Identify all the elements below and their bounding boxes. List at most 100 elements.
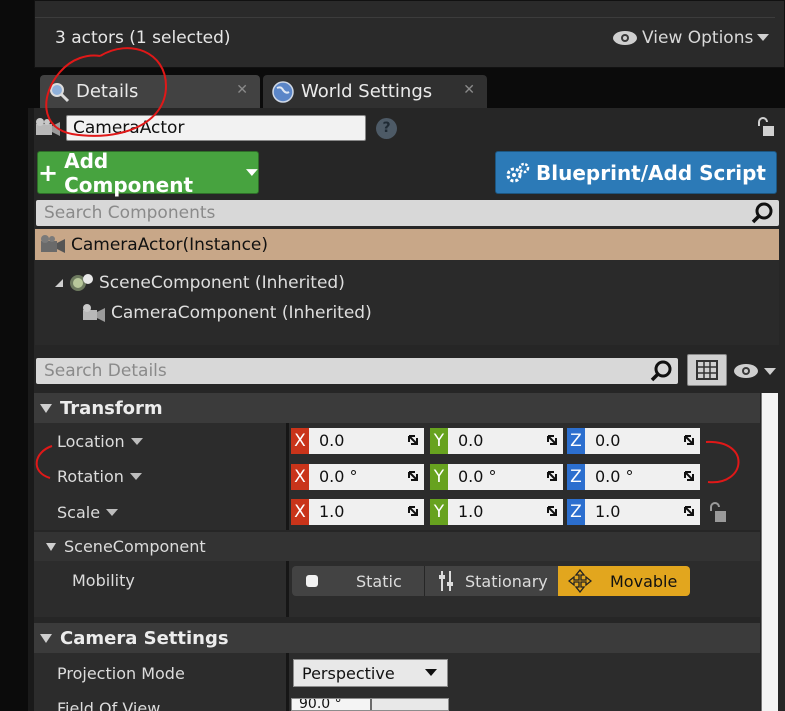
mobility-selector: Static Stationary Movable [292, 566, 690, 596]
gears-icon [506, 162, 530, 182]
actor-count-label: 3 actors (1 selected) [55, 28, 231, 48]
scale-x-field[interactable]: 1.0 [309, 499, 424, 525]
tab-details[interactable]: Details ✕ [40, 75, 260, 108]
column-splitter[interactable] [286, 561, 289, 617]
close-icon[interactable]: ✕ [463, 82, 475, 98]
scene-component-label: SceneComponent (Inherited) [99, 273, 345, 293]
axis-y-label: Y [430, 464, 448, 490]
rotation-label[interactable]: Rotation [57, 467, 142, 486]
field-of-view-label: Field Of View [57, 699, 161, 711]
rotation-y-field[interactable]: 0.0 ° [448, 464, 563, 490]
axis-z-label: Z [567, 464, 585, 490]
resize-arrow-icon [408, 506, 418, 516]
magnifier-icon [50, 82, 70, 102]
collapse-arrow-icon[interactable] [46, 542, 56, 551]
close-icon[interactable]: ✕ [236, 82, 248, 98]
expand-arrow-icon[interactable] [53, 277, 65, 289]
component-instance-row[interactable]: CameraActor(Instance) [35, 229, 779, 260]
chevron-down-icon [425, 669, 437, 676]
resize-arrow-icon [408, 435, 418, 445]
unlock-icon[interactable] [708, 500, 728, 524]
rotation-label-text: Rotation [57, 467, 124, 486]
rotation-z-field[interactable]: 0.0 ° [585, 464, 700, 490]
tree-item-scene-component[interactable]: SceneComponent (Inherited) [53, 272, 345, 294]
axis-y-label: Y [430, 499, 448, 525]
rotation-y-value: 0.0 ° [458, 467, 497, 486]
axis-z-label: Z [567, 499, 585, 525]
location-y-field[interactable]: 0.0 [448, 428, 563, 454]
mobility-stationary-option[interactable]: Stationary [424, 566, 558, 596]
movable-label: Movable [610, 571, 678, 591]
instance-label: CameraActor(Instance) [71, 234, 269, 255]
static-icon [306, 575, 318, 587]
projection-mode-dropdown[interactable]: Perspective [293, 659, 448, 687]
resize-arrow-icon [684, 506, 694, 516]
rotation-x-field[interactable]: 0.0 ° [309, 464, 424, 490]
field-of-view-slider[interactable]: 90.0 ° [291, 698, 449, 711]
rotation-x-value: 0.0 ° [319, 467, 358, 486]
add-component-label: Add Component [64, 148, 194, 197]
help-icon[interactable]: ? [376, 118, 397, 139]
scene-component-subheader[interactable]: SceneComponent [34, 532, 760, 561]
transform-section-header[interactable]: Transform [34, 393, 760, 423]
transform-title: Transform [60, 397, 163, 419]
collapse-arrow-icon[interactable] [40, 403, 52, 413]
camera-actor-icon [36, 118, 60, 136]
mobility-label: Mobility [72, 571, 135, 590]
plus-icon: + [38, 158, 59, 187]
static-label: Static [356, 571, 402, 591]
add-component-button[interactable]: + Add Component [37, 148, 259, 197]
scale-y-field[interactable]: 1.0 [448, 499, 563, 525]
axis-x-label: X [291, 428, 309, 454]
view-options-button[interactable]: View Options [612, 28, 770, 48]
location-x-value: 0.0 [319, 431, 345, 450]
resize-arrow-icon [684, 471, 694, 481]
location-label-text: Location [57, 432, 125, 451]
location-x-field[interactable]: 0.0 [309, 428, 424, 454]
scene-component-subheader-label: SceneComponent [64, 537, 206, 556]
scale-label[interactable]: Scale [57, 503, 119, 522]
scene-component-icon [70, 274, 93, 291]
axis-x-label: X [291, 464, 309, 490]
column-splitter[interactable] [286, 423, 289, 530]
resize-arrow-icon [547, 506, 557, 516]
blueprint-add-script-button[interactable]: Blueprint/Add Script [495, 151, 777, 194]
chevron-down-icon [129, 473, 142, 480]
search-details-input[interactable]: Search Details [36, 358, 678, 384]
scale-label-text: Scale [57, 503, 101, 522]
move-arrows-icon [568, 569, 592, 593]
location-z-field[interactable]: 0.0 [585, 428, 700, 454]
tab-world-settings[interactable]: World Settings ✕ [263, 75, 487, 108]
details-scrollbar[interactable] [761, 393, 778, 711]
chevron-down-icon [246, 168, 258, 176]
scale-z-field[interactable]: 1.0 [585, 499, 700, 525]
field-of-view-value: 90.0 ° [299, 698, 342, 711]
tab-details-label: Details [76, 81, 139, 102]
blueprint-label: Blueprint/Add Script [536, 160, 766, 185]
visibility-menu-button[interactable] [733, 362, 777, 384]
grid-icon [696, 360, 718, 380]
location-y-value: 0.0 [458, 431, 484, 450]
lock-icon[interactable] [754, 116, 776, 138]
axis-x-label: X [291, 499, 309, 525]
collapse-arrow-icon[interactable] [40, 633, 52, 643]
view-options-label: View Options [642, 28, 754, 48]
actor-name-field[interactable] [66, 115, 366, 141]
search-details-placeholder: Search Details [44, 361, 167, 381]
eye-icon [734, 364, 776, 378]
tree-item-camera-component[interactable]: CameraComponent (Inherited) [79, 302, 372, 324]
rotation-vector: X 0.0 ° Y 0.0 ° Z 0.0 ° [291, 464, 700, 490]
axis-z-label: Z [567, 428, 585, 454]
search-components-input[interactable]: Search Components [36, 200, 779, 226]
rotation-z-value: 0.0 ° [595, 467, 634, 486]
search-icon [650, 360, 672, 382]
camera-settings-section-header[interactable]: Camera Settings [34, 623, 760, 653]
property-matrix-button[interactable] [687, 354, 727, 386]
mobility-movable-option[interactable]: Movable [558, 566, 690, 596]
column-splitter[interactable] [286, 653, 289, 711]
chevron-down-icon [106, 509, 119, 516]
eye-icon [613, 31, 637, 45]
mobility-static-option[interactable]: Static [292, 566, 424, 596]
resize-arrow-icon [547, 471, 557, 481]
location-label[interactable]: Location [57, 432, 143, 451]
